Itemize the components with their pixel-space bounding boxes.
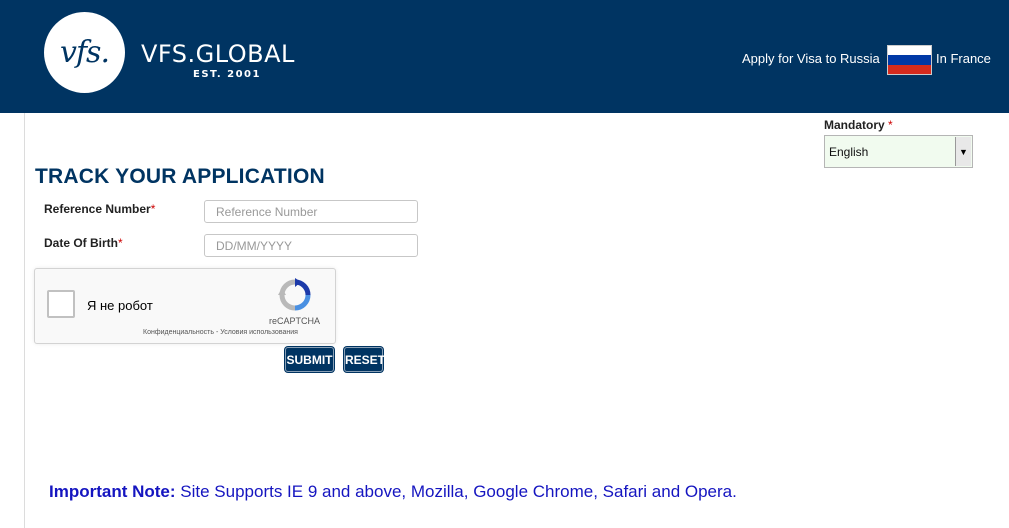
site-header: vfs. VFS.GLOBAL EST. 2001 Apply for Visa… xyxy=(0,0,1009,113)
recaptcha-checkbox[interactable] xyxy=(47,290,75,318)
required-mark: * xyxy=(150,202,156,216)
language-selected: English xyxy=(829,145,869,159)
important-note-prefix: Important Note: xyxy=(49,482,176,501)
apply-for-visa-text: Apply for Visa to Russia xyxy=(742,51,880,66)
mandatory-text: Mandatory xyxy=(824,118,885,132)
important-note-text: Site Supports IE 9 and above, Mozilla, G… xyxy=(175,482,737,501)
chevron-down-icon[interactable]: ▼ xyxy=(955,137,971,166)
recaptcha-brand: reCAPTCHA xyxy=(269,316,321,326)
country-text: In France xyxy=(936,51,991,66)
left-divider xyxy=(24,113,25,528)
reset-button[interactable]: RESET xyxy=(344,347,385,372)
reference-label-text: Reference Number xyxy=(44,202,151,216)
language-label: Mandatory * xyxy=(824,118,893,132)
recaptcha-links[interactable]: Конфиденциальность - Условия использован… xyxy=(143,329,298,336)
date-of-birth-input[interactable] xyxy=(204,234,418,257)
brand-name: VFS.GLOBAL xyxy=(141,40,295,68)
date-of-birth-label: Date Of Birth* xyxy=(44,236,123,250)
recaptcha-icon xyxy=(278,278,311,311)
required-mark: * xyxy=(118,236,123,250)
submit-button[interactable]: SUBMIT xyxy=(285,347,334,372)
page-title: TRACK YOUR APPLICATION xyxy=(35,165,325,188)
brand-established: EST. 2001 xyxy=(193,69,261,80)
logo-mark: vfs. xyxy=(60,35,110,70)
russia-flag-icon xyxy=(887,45,932,75)
recaptcha-label: Я не робот xyxy=(87,298,153,313)
recaptcha-widget: Я не робот reCAPTCHA Конфиденциальность … xyxy=(34,268,336,344)
vfs-logo[interactable]: vfs. xyxy=(44,12,125,93)
required-mark: * xyxy=(888,118,893,132)
language-select[interactable]: English ▼ xyxy=(824,135,973,168)
reference-number-label: Reference Number* xyxy=(44,202,155,216)
reference-number-input[interactable] xyxy=(204,200,418,223)
dob-label-text: Date Of Birth xyxy=(44,236,119,250)
important-note: Important Note: Site Supports IE 9 and a… xyxy=(49,482,737,502)
